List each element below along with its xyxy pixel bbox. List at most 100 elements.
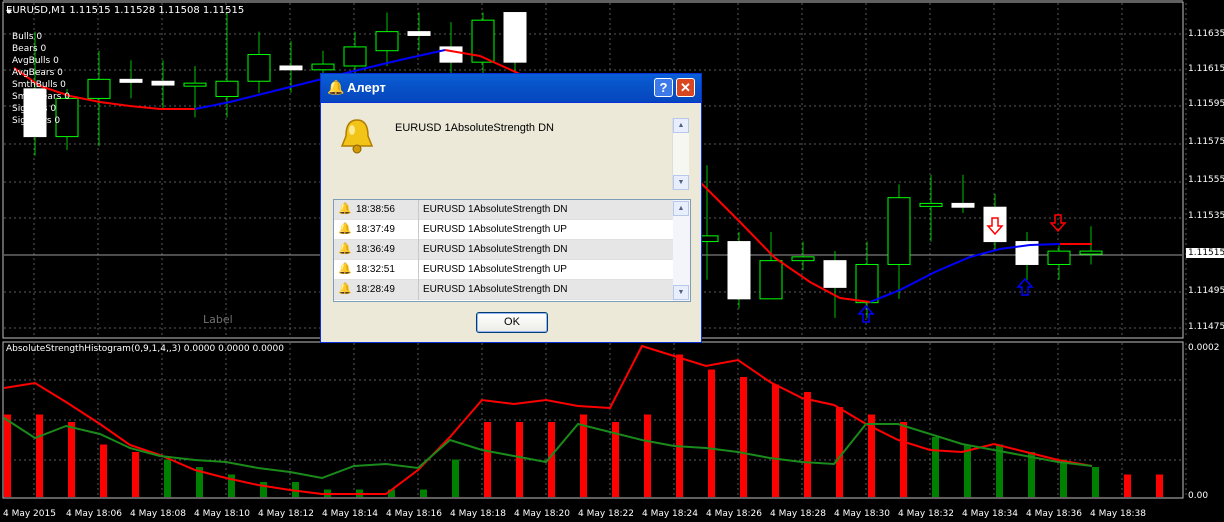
message-scrollbar[interactable]: ▲ ▼ [672,118,689,190]
log-time: 18:36:49 [356,244,395,255]
log-time: 18:32:51 [356,264,395,275]
log-message: EURUSD 1AbsoluteStrength DN [423,244,568,255]
chart-label-object[interactable]: Label [203,313,233,326]
scroll-down-icon[interactable]: ▼ [673,285,689,300]
time-tick: 4 May 18:08 [130,509,186,519]
price-tick: 1.11475 [1188,322,1224,332]
candle-body [1047,250,1071,265]
bell-icon: 🔔 [338,283,352,295]
log-row[interactable]: 🔔 18:32:51 EURUSD 1AbsoluteStrength UP [334,260,674,280]
price-tick: 1.11555 [1188,175,1224,185]
close-button[interactable]: ✕ [676,78,695,97]
time-tick: 4 May 18:16 [386,509,442,519]
alert-log-list[interactable]: 🔔 18:38:56 EURUSD 1AbsoluteStrength DN 🔔… [333,199,691,302]
log-message: EURUSD 1AbsoluteStrength UP [423,224,567,235]
indicator-value: AvgBears 0 [12,68,63,78]
histogram-bar [836,407,843,497]
histogram-bar [68,422,75,497]
dialog-titlebar[interactable]: 🔔 Алерт ? ✕ [321,74,701,103]
histogram-bar [516,422,523,497]
price-tick: 1.11595 [1188,99,1224,109]
candle-body [87,78,111,99]
ohlc-values: 1.11515 1.11528 1.11508 1.11515 [69,5,245,16]
current-price-label: 1.11515 [1186,248,1224,258]
candle-body [215,80,239,98]
candle-body [151,80,175,86]
scroll-up-icon[interactable]: ▲ [673,118,689,133]
candle-body [183,82,207,87]
log-time: 18:37:49 [356,224,395,235]
candle-body [1079,250,1103,255]
histogram-bar [100,444,107,497]
histogram-bar [164,459,171,497]
histogram-bar [132,452,139,497]
histogram-bar [804,392,811,497]
indicator-value: Bulls 0 [12,32,43,42]
scroll-down-icon[interactable]: ▼ [673,175,689,190]
log-row[interactable]: 🔔 18:37:49 EURUSD 1AbsoluteStrength UP [334,220,674,240]
subwindow-scale-bottom: 0.00 [1188,491,1209,501]
log-message: EURUSD 1AbsoluteStrength DN [423,284,568,295]
log-scrollbar[interactable]: ▲ ▼ [673,200,690,301]
subwindow-title: AbsoluteStrengthHistogram(0,9,1,4,,3) 0.… [6,344,284,354]
candle-body [887,197,911,265]
symbol-label: EURUSD,M1 [6,5,67,16]
histogram-bar [676,354,683,497]
column-divider [418,240,419,260]
bell-icon: 🔔 [338,243,352,255]
log-time: 18:38:56 [356,204,395,215]
histogram-bar [1060,459,1067,497]
candle-body [119,78,143,83]
candle-body [247,54,271,82]
time-tick: 4 May 18:38 [1090,509,1146,519]
candle-body [919,202,943,207]
price-tick: 1.11635 [1188,29,1224,39]
histogram-bar [484,422,491,497]
candle-body [791,256,815,262]
column-divider [418,200,419,220]
scroll-up-icon[interactable]: ▲ [673,201,689,216]
chart-header: EURUSD,M1 1.11515 1.11528 1.11508 1.1151… [6,5,244,16]
alert-message-area: EURUSD 1AbsoluteStrength DN ▲ ▼ [333,114,689,192]
time-tick: 4 May 18:20 [514,509,570,519]
candle-body [983,206,1007,243]
log-row[interactable]: 🔔 18:28:49 EURUSD 1AbsoluteStrength DN [334,280,674,300]
indicator-values-list: Bulls 0 Bears 0 AvgBulls 0 AvgBears 0 Sm… [12,31,70,127]
ok-button[interactable]: OK [476,312,548,333]
log-message: EURUSD 1AbsoluteStrength DN [423,204,568,215]
time-tick: 4 May 18:28 [770,509,826,519]
indicator-value: AvgBulls 0 [12,56,59,66]
candle-body [951,202,975,208]
log-row[interactable]: 🔔 18:36:49 EURUSD 1AbsoluteStrength DN [334,240,674,260]
price-tick: 1.11495 [1188,286,1224,296]
histogram-bar [452,459,459,497]
histogram-bar [260,482,267,497]
subwindow-scale-top: 0.0002 [1188,343,1220,353]
histogram-bar [932,437,939,497]
candle-body [727,241,751,300]
histogram-bar [644,414,651,497]
histogram-bar [772,384,779,497]
candle-body [343,46,367,67]
price-tick: 1.11535 [1188,211,1224,221]
up-arrow-icon [1016,277,1034,296]
candle-body [823,260,847,288]
time-tick: 4 May 18:12 [258,509,314,519]
candle-body [407,31,431,36]
indicator-value: SigBulls 0 [12,104,57,114]
help-button[interactable]: ? [654,78,673,97]
log-message: EURUSD 1AbsoluteStrength UP [423,264,567,275]
histogram-bar [740,377,747,497]
bell-icon: 🔔 [338,223,352,235]
time-tick: 4 May 18:22 [578,509,634,519]
alert-dialog[interactable]: 🔔 Алерт ? ✕ EURUSD 1AbsoluteStrength DN … [320,73,702,343]
candle-body [279,65,303,71]
time-tick: 4 May 18:24 [642,509,698,519]
alert-message: EURUSD 1AbsoluteStrength DN [395,122,554,134]
time-tick: 4 May 18:36 [1026,509,1082,519]
candle-body [503,12,527,63]
log-row[interactable]: 🔔 18:38:56 EURUSD 1AbsoluteStrength DN [334,200,674,220]
column-divider [418,260,419,280]
histogram-bar [1092,467,1099,497]
bell-icon: 🔔 [338,203,352,215]
